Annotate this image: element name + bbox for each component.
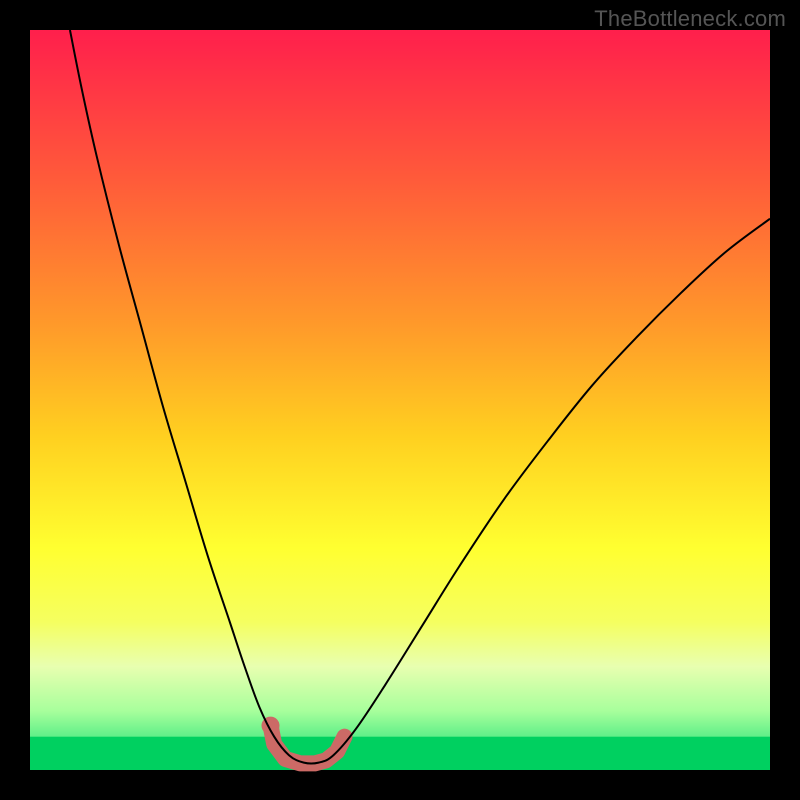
bottleneck-chart (0, 0, 800, 800)
watermark-text: TheBottleneck.com (594, 6, 786, 32)
plot-background (30, 30, 770, 770)
green-band (30, 737, 770, 770)
chart-frame: TheBottleneck.com (0, 0, 800, 800)
